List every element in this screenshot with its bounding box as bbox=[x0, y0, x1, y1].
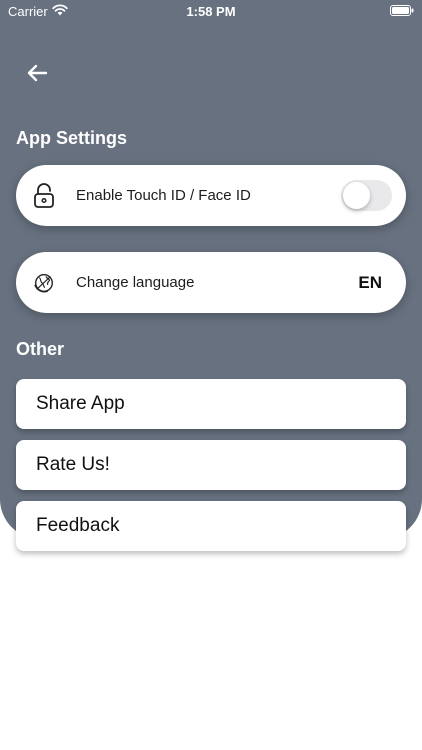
share-app-button[interactable]: Share App bbox=[16, 379, 406, 429]
battery-icon bbox=[390, 5, 414, 16]
toggle-knob bbox=[343, 182, 370, 209]
touch-id-label: Enable Touch ID / Face ID bbox=[76, 187, 251, 204]
rate-us-button[interactable]: Rate Us! bbox=[16, 440, 406, 490]
touch-id-row[interactable]: Enable Touch ID / Face ID bbox=[16, 165, 406, 226]
touch-id-toggle[interactable] bbox=[341, 180, 392, 211]
status-bar: Carrier 1:58 PM bbox=[0, 0, 422, 22]
feedback-button[interactable]: Feedback bbox=[16, 501, 406, 551]
back-button[interactable] bbox=[22, 60, 52, 86]
language-value: EN bbox=[358, 272, 382, 292]
globe-icon bbox=[32, 270, 56, 296]
section-title-app-settings: App Settings bbox=[16, 128, 127, 148]
arrow-left-icon bbox=[27, 64, 48, 82]
language-label: Change language bbox=[76, 274, 195, 291]
language-row[interactable]: Change language EN bbox=[16, 252, 406, 313]
section-title-other: Other bbox=[16, 339, 65, 359]
status-time: 1:58 PM bbox=[186, 4, 236, 19]
lock-icon bbox=[32, 182, 56, 209]
